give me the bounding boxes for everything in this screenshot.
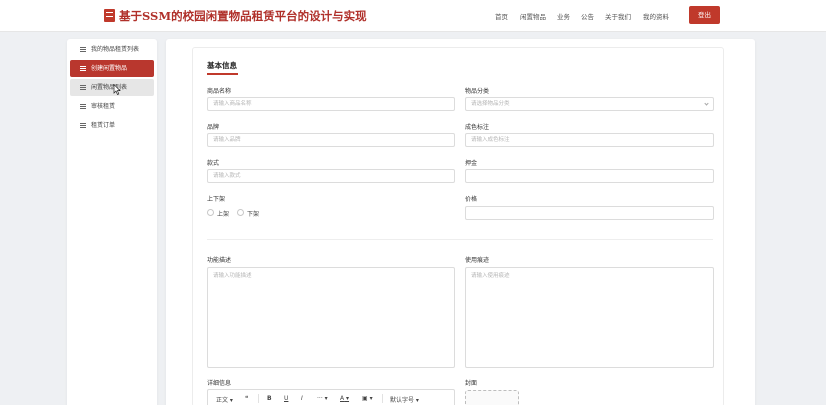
book-logo-icon	[104, 9, 115, 22]
nav-my-profile[interactable]: 我的资料	[643, 11, 669, 21]
sidebar-item-create-item[interactable]: 创建闲置物品	[70, 60, 154, 77]
menu-icon	[80, 66, 86, 71]
radio-list-on[interactable]	[207, 209, 214, 216]
image-icon: ▣	[362, 395, 368, 402]
rich-text-toolbar: 正文 ▾ ❝ B U I ··· ▾ A ▾ ▣ ▾ 默认字号 ▾	[207, 389, 455, 405]
deposit-input[interactable]	[465, 169, 714, 183]
font-color-button[interactable]: A ▾	[340, 395, 349, 402]
paragraph-label: 正文	[216, 397, 229, 404]
sidebar-item-label: 审核租赁	[91, 103, 116, 110]
mouse-cursor-icon	[113, 84, 121, 95]
menu-icon	[80, 85, 86, 90]
site-title: 基于SSM的校园闲置物品租赁平台的设计与实现	[119, 9, 367, 23]
style-label: 款式	[207, 160, 220, 167]
brand-input[interactable]: 请输入品牌	[207, 133, 455, 147]
listing-label: 上下架	[207, 196, 226, 203]
deposit-label: 押金	[465, 160, 478, 167]
sidebar-item-label: 创建闲置物品	[91, 65, 128, 72]
category-label: 物品分类	[465, 88, 490, 95]
sidebar-item-rental-orders[interactable]: 租赁订单	[70, 117, 154, 134]
category-select-placeholder: 请选择物品分类	[471, 101, 510, 107]
quote-button[interactable]: ❝	[245, 395, 248, 402]
nav-announcements[interactable]: 公告	[581, 11, 594, 21]
nav-about-us[interactable]: 关于我们	[605, 11, 631, 21]
sidebar-item-label: 租赁订单	[91, 122, 116, 129]
sidebar-item-review-rentals[interactable]: 审核租赁	[70, 98, 154, 115]
sidebar-item-label: 闲置物品列表	[91, 84, 128, 91]
font-size-dropdown[interactable]: 默认字号 ▾	[390, 395, 419, 404]
top-header: 基于SSM的校园闲置物品租赁平台的设计与实现 首页 闲置物品 业务 公告 关于我…	[0, 0, 826, 32]
radio-list-off[interactable]	[237, 209, 244, 216]
sidebar: 我的物品租赁列表 创建闲置物品 闲置物品列表 审核租赁 租赁订单	[67, 39, 157, 405]
menu-icon	[80, 123, 86, 128]
more-styles-label: ···	[317, 395, 323, 402]
toolbar-separator	[382, 394, 383, 403]
cover-upload-box[interactable]	[465, 390, 519, 405]
form-divider	[207, 239, 713, 240]
sidebar-item-my-rentals[interactable]: 我的物品租赁列表	[70, 41, 154, 58]
usage-textarea[interactable]: 请输入使用痕迹	[465, 267, 714, 368]
font-color-label: A	[340, 395, 345, 402]
paragraph-dropdown[interactable]: 正文 ▾	[216, 395, 233, 404]
toolbar-separator	[258, 394, 259, 403]
menu-icon	[80, 47, 86, 52]
chevron-down-icon	[704, 101, 709, 106]
radio-list-off-label: 下架	[247, 211, 260, 218]
image-button[interactable]: ▣ ▾	[362, 395, 373, 402]
usage-label: 使用痕迹	[465, 257, 490, 264]
sidebar-item-label: 我的物品租赁列表	[91, 46, 140, 53]
nav-home[interactable]: 首页	[495, 11, 508, 21]
nav-idle-items[interactable]: 闲置物品	[520, 11, 546, 21]
description-label: 功能描述	[207, 257, 232, 264]
name-input[interactable]: 请输入商品名称	[207, 97, 455, 111]
name-label: 商品名称	[207, 88, 232, 95]
font-size-label: 默认字号	[390, 397, 415, 404]
style-input[interactable]: 请输入款式	[207, 169, 455, 183]
section-title: 基本信息	[207, 61, 237, 70]
underline-button[interactable]: U	[284, 395, 288, 402]
cover-label: 封面	[465, 380, 478, 387]
section-title-underline	[207, 73, 238, 75]
category-select[interactable]: 请选择物品分类	[465, 97, 714, 111]
price-input[interactable]	[465, 206, 714, 220]
sidebar-item-item-list[interactable]: 闲置物品列表	[70, 79, 154, 96]
description-textarea[interactable]: 请输入功能描述	[207, 267, 455, 368]
nav-business[interactable]: 业务	[557, 11, 570, 21]
condition-input[interactable]: 请输入成色标注	[465, 133, 714, 147]
more-styles-button[interactable]: ··· ▾	[317, 395, 328, 402]
logout-button[interactable]: 登出	[689, 6, 720, 24]
bold-button[interactable]: B	[267, 395, 272, 402]
price-label: 价格	[465, 196, 478, 203]
menu-icon	[80, 104, 86, 109]
italic-button[interactable]: I	[301, 395, 303, 402]
details-label: 详细信息	[207, 380, 232, 387]
condition-label: 成色标注	[465, 124, 490, 131]
radio-list-on-label: 上架	[217, 211, 230, 218]
brand-label: 品牌	[207, 124, 220, 131]
